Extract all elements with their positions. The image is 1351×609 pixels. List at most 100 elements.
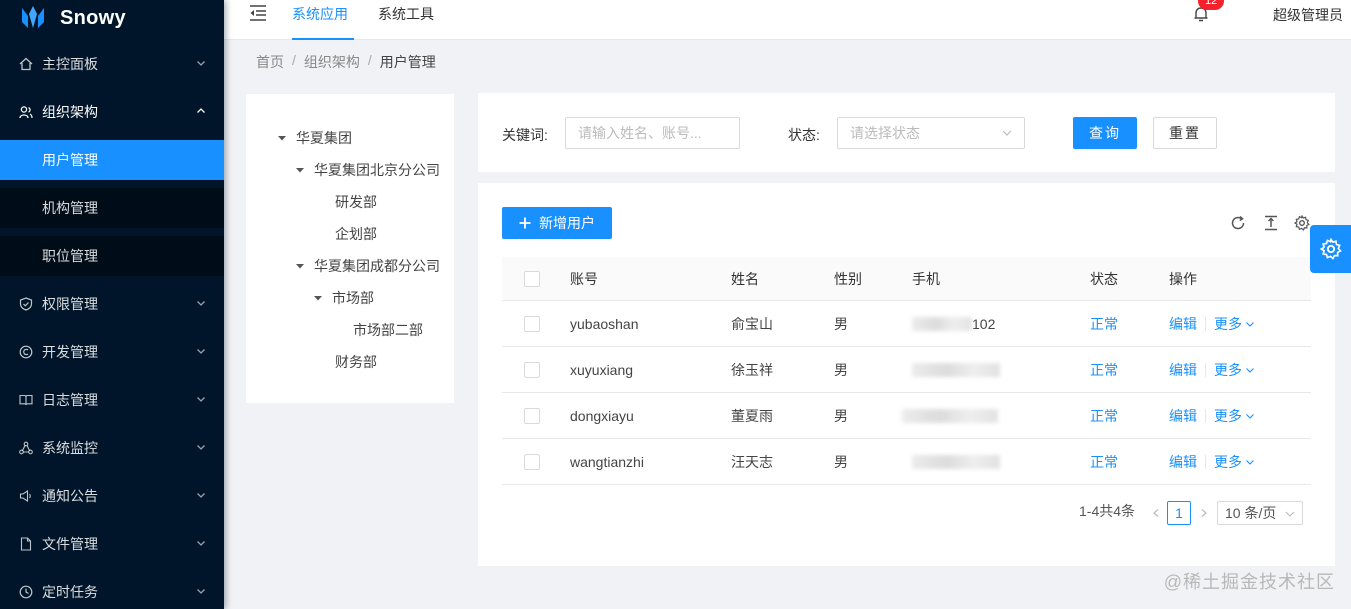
more-link[interactable]: 更多 (1214, 314, 1242, 334)
tree-node[interactable]: 财务部 (335, 352, 377, 372)
more-link[interactable]: 更多 (1214, 360, 1242, 380)
sidebar-item-scheduled-tasks[interactable]: 定时任务 (0, 572, 224, 609)
breadcrumb-separator: / (367, 52, 372, 68)
tree-node-label: 市场部 (332, 290, 374, 306)
chevron-down-icon[interactable] (1245, 319, 1255, 329)
tree-node[interactable]: 华夏集团 (278, 128, 352, 148)
sidebar-item-organization[interactable]: 组织架构 (0, 92, 224, 132)
sidebar-item-label: 系统监控 (42, 440, 98, 456)
search-panel: 关键词: 请输入姓名、账号... 状态: 请选择状态 查询 重置 (478, 93, 1335, 172)
chevron-down-icon (197, 445, 205, 450)
logo[interactable]: Snowy (0, 0, 224, 36)
sidebar-item-label: 机构管理 (42, 200, 98, 216)
row-checkbox[interactable] (524, 453, 540, 470)
phone-redacted (912, 454, 1000, 469)
row-checkbox[interactable] (524, 361, 540, 378)
column-header[interactable]: 账号 (570, 257, 598, 300)
add-user-button[interactable]: 新增用户 (502, 207, 612, 239)
plus-icon (519, 217, 531, 229)
sidebar-item-user-management[interactable]: 用户管理 (0, 140, 224, 180)
caret-down-icon[interactable] (296, 262, 304, 270)
select-all-checkbox[interactable] (524, 270, 540, 287)
edit-link[interactable]: 编辑 (1169, 314, 1197, 334)
sidebar-item-org-management[interactable]: 机构管理 (0, 188, 224, 228)
tree-node[interactable]: 华夏集团成都分公司 (296, 256, 440, 276)
add-user-label: 新增用户 (539, 215, 595, 231)
name-cell: 俞宝山 (731, 315, 773, 332)
sidebar-item-permissions[interactable]: 权限管理 (0, 284, 224, 324)
tree-node[interactable]: 研发部 (335, 192, 377, 212)
keyword-label: 关键词: (502, 127, 548, 143)
row-checkbox[interactable] (524, 315, 540, 332)
tree-node-label: 企划部 (335, 226, 377, 242)
sidebar-item-label: 定时任务 (42, 584, 98, 600)
phone-cell (912, 439, 1000, 484)
sound-icon (18, 488, 34, 504)
tree-node[interactable]: 华夏集团北京分公司 (296, 160, 440, 180)
column-header[interactable]: 姓名 (731, 257, 759, 300)
edit-link[interactable]: 编辑 (1169, 406, 1197, 426)
chevron-down-icon (197, 493, 205, 498)
setting-icon[interactable] (1294, 215, 1310, 231)
network-icon (18, 440, 34, 456)
user-name[interactable]: 超级管理员 (1273, 5, 1343, 25)
sidebar-item-dashboard[interactable]: 主控面板 (0, 44, 224, 84)
breadcrumb-organization[interactable]: 组织架构 (304, 52, 360, 72)
chevron-down-icon[interactable] (1245, 457, 1255, 467)
book-icon (18, 392, 34, 408)
copyright-icon (18, 344, 34, 360)
page-size-select[interactable]: 10 条/页 (1217, 501, 1303, 525)
tree-node-label: 华夏集团 (296, 130, 352, 146)
user-table-panel: 新增用户 账号 姓名 性别 手机 状态 操作 yubaoshan 俞宝山 男 1… (478, 183, 1335, 566)
sidebar-item-label: 职位管理 (42, 248, 98, 264)
edit-link[interactable]: 编辑 (1169, 360, 1197, 380)
chevron-down-icon (197, 61, 205, 66)
page-number[interactable]: 1 (1167, 501, 1191, 525)
tree-node-label: 华夏集团北京分公司 (314, 162, 440, 178)
tree-node[interactable]: 企划部 (335, 224, 377, 244)
tree-node[interactable]: 市场部二部 (353, 320, 423, 340)
sidebar-item-development[interactable]: 开发管理 (0, 332, 224, 372)
chevron-right-icon[interactable] (1199, 508, 1209, 518)
column-height-icon[interactable] (1263, 215, 1279, 231)
chevron-down-icon[interactable] (1245, 365, 1255, 375)
actions-cell: 编辑 更多 (1169, 439, 1255, 484)
setting-icon (1319, 238, 1342, 260)
status-select[interactable]: 请选择状态 (837, 117, 1025, 149)
phone-visible-suffix: 102 (972, 315, 996, 332)
menu-fold-icon[interactable] (248, 4, 268, 22)
more-link[interactable]: 更多 (1214, 452, 1242, 472)
chevron-left-icon[interactable] (1151, 508, 1161, 518)
notification-badge: 12 (1198, 0, 1225, 10)
breadcrumb-home[interactable]: 首页 (256, 52, 284, 72)
caret-down-icon[interactable] (314, 294, 322, 302)
tree-node[interactable]: 市场部 (314, 288, 374, 308)
sidebar-item-position-management[interactable]: 职位管理 (0, 236, 224, 276)
sidebar-item-monitoring[interactable]: 系统监控 (0, 428, 224, 468)
more-link[interactable]: 更多 (1214, 406, 1242, 426)
caret-down-icon[interactable] (278, 134, 286, 142)
sidebar-item-logs[interactable]: 日志管理 (0, 380, 224, 420)
column-header[interactable]: 状态 (1090, 257, 1118, 300)
column-header[interactable]: 性别 (834, 257, 862, 300)
row-checkbox[interactable] (524, 407, 540, 424)
breadcrumb-current: 用户管理 (379, 54, 436, 70)
sidebar-item-files[interactable]: 文件管理 (0, 524, 224, 564)
tree-node-label: 财务部 (335, 354, 377, 370)
column-header[interactable]: 手机 (912, 257, 940, 300)
sidebar-item-notices[interactable]: 通知公告 (0, 476, 224, 516)
edit-link[interactable]: 编辑 (1169, 452, 1197, 472)
theme-settings-button[interactable] (1310, 225, 1351, 273)
row-select-cell (524, 439, 540, 484)
clock-icon (18, 584, 34, 600)
refresh-icon[interactable] (1230, 215, 1246, 231)
keyword-input[interactable]: 请输入姓名、账号... (565, 117, 740, 149)
reset-button[interactable]: 重置 (1153, 117, 1217, 149)
query-button[interactable]: 查询 (1073, 117, 1137, 149)
caret-down-icon[interactable] (296, 166, 304, 174)
tab-system-app[interactable]: 系统应用 (292, 0, 354, 40)
chevron-down-icon[interactable] (1245, 411, 1255, 421)
gender-cell: 男 (834, 361, 848, 378)
status-cell: 正常 (1090, 361, 1118, 378)
tab-system-tools[interactable]: 系统工具 (378, 0, 434, 40)
